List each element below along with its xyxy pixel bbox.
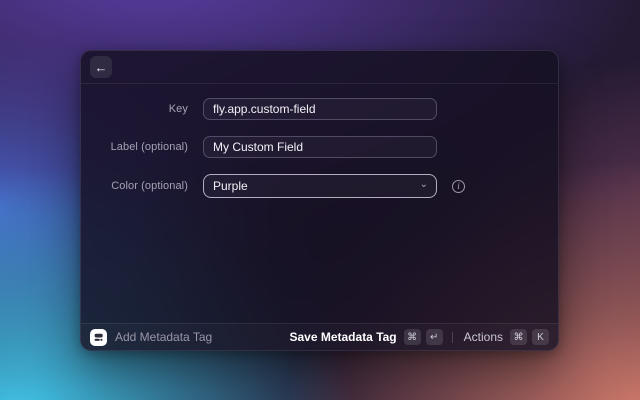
add-metadata-tag-window: ← Key Label (optional) Color (optional) …: [80, 50, 559, 351]
footer-actions: Save Metadata Tag ⌘ ↵ Actions ⌘ K: [289, 329, 549, 345]
chevron-down-icon: ⌄: [419, 179, 428, 191]
form-row-color: Color (optional) Purple ⌄ i: [81, 174, 558, 198]
label-input[interactable]: [203, 136, 437, 158]
back-button[interactable]: ←: [90, 56, 112, 78]
action-bar: Add Metadata Tag Save Metadata Tag ⌘ ↵ A…: [81, 323, 558, 350]
return-key-icon[interactable]: ↵: [425, 329, 443, 345]
metadata-tag-form: Key Label (optional) Color (optional) Pu…: [81, 84, 558, 323]
key-label: Key: [168, 103, 188, 115]
command-title: Add Metadata Tag: [115, 330, 213, 344]
command-key-icon[interactable]: ⌘: [510, 329, 527, 345]
metadata-tag-extension-icon: [90, 328, 107, 346]
form-row-key: Key: [81, 98, 558, 120]
save-metadata-tag-action[interactable]: Save Metadata Tag: [289, 330, 396, 344]
window-header: ←: [81, 51, 558, 84]
info-icon[interactable]: i: [452, 179, 465, 193]
key-input[interactable]: [203, 98, 437, 120]
actions-menu-button[interactable]: Actions: [464, 330, 503, 344]
desktop-background: ← Key Label (optional) Color (optional) …: [0, 0, 640, 400]
command-key-icon[interactable]: ⌘: [403, 329, 421, 345]
color-dropdown-value: Purple: [213, 179, 248, 193]
color-optional-label: Color (optional): [111, 180, 188, 192]
color-dropdown[interactable]: Purple ⌄: [203, 174, 437, 198]
form-row-label: Label (optional): [81, 136, 558, 158]
back-arrow-icon: ←: [94, 59, 108, 75]
label-optional-label: Label (optional): [110, 141, 188, 153]
k-key-icon[interactable]: K: [532, 329, 549, 345]
footer-divider: [451, 331, 453, 343]
